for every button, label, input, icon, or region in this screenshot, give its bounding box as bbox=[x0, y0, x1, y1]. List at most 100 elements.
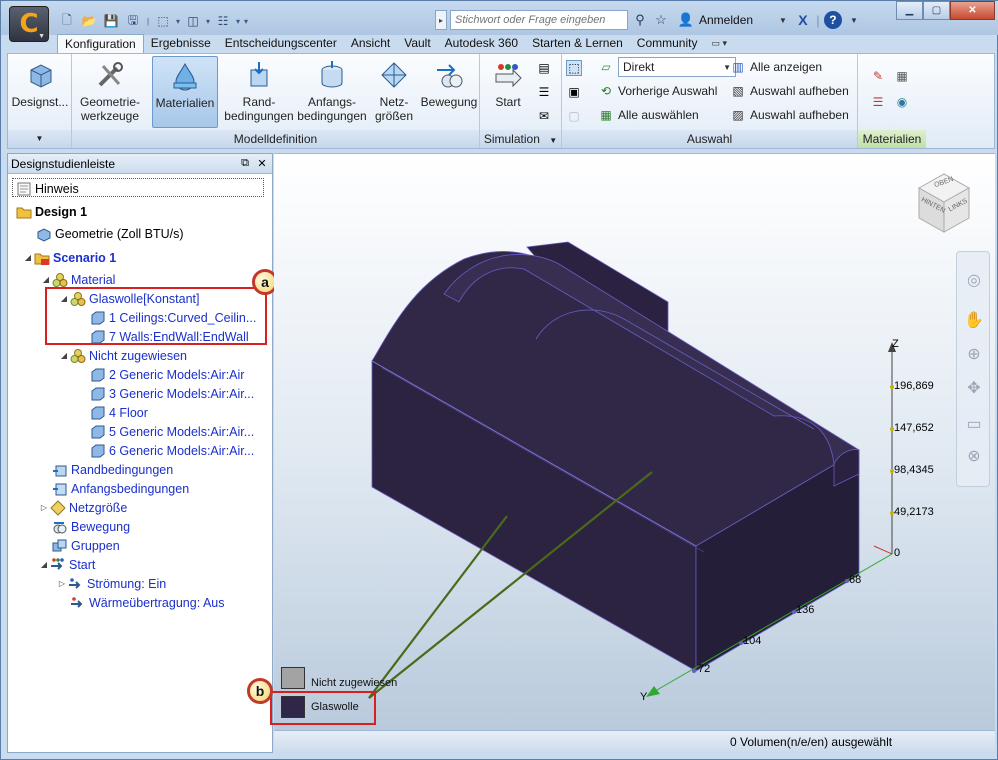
tree-node-geometrie[interactable]: Geometrie (Zoll BTU/s) bbox=[36, 224, 184, 243]
zoom-icon[interactable]: ⊕ bbox=[962, 342, 986, 366]
sign-in-button[interactable]: 👤 Anmelden ▼ bbox=[673, 11, 791, 29]
full-navigation-wheel-icon[interactable]: ⊗ bbox=[962, 444, 986, 468]
help-icon[interactable]: ? bbox=[823, 11, 842, 29]
boundary-conditions-button[interactable]: Rand- bedingungen bbox=[224, 56, 294, 128]
material-db-globe-icon[interactable]: ◉ bbox=[894, 94, 910, 110]
close-icon[interactable]: ✕ bbox=[255, 157, 269, 171]
deselect-label-1: Auswahl aufheben bbox=[750, 84, 849, 98]
show-all-button[interactable]: ▥ Alle anzeigen bbox=[730, 56, 822, 78]
collapsed-arrow-icon[interactable]: ▷ bbox=[56, 579, 68, 588]
group-design-study-launcher[interactable]: ▼ bbox=[8, 130, 71, 148]
select-edge-icon[interactable]: ▢ bbox=[566, 108, 582, 124]
tree-node-part-5[interactable]: 5 Generic Models:Air:Air... bbox=[90, 422, 254, 441]
geometry-tools-button[interactable]: Geometrie- werkzeuge bbox=[74, 56, 146, 128]
remove-material-icon[interactable]: ☰ bbox=[870, 94, 886, 110]
tab-ansicht[interactable]: Ansicht bbox=[344, 34, 397, 54]
look-at-icon[interactable]: ▭ bbox=[962, 412, 986, 436]
exchange-apps-icon[interactable]: X bbox=[794, 11, 812, 29]
materials-button[interactable]: Materialien bbox=[152, 56, 218, 128]
graphics-viewport[interactable]: OBEN HINTEN LINKS Z Y 196,869 147,652 98… bbox=[274, 153, 995, 730]
select-all-button[interactable]: ▦ Alle auswählen bbox=[598, 104, 698, 126]
tree-node-randbedingungen[interactable]: Randbedingungen bbox=[52, 460, 173, 479]
boundary-conditions-label-1: Rand- bbox=[242, 95, 276, 109]
pan-hand-icon[interactable]: ✋ bbox=[962, 308, 986, 332]
expanded-arrow-icon[interactable]: ◢ bbox=[58, 351, 70, 360]
start-simulation-button[interactable]: Start bbox=[484, 56, 532, 128]
deselect-button-1[interactable]: ▧ Auswahl aufheben bbox=[730, 80, 849, 102]
select-cursor-icon[interactable]: ⬚ bbox=[153, 12, 173, 30]
job-monitor-icon[interactable]: ▤ bbox=[536, 60, 552, 76]
tree-node-anfangsbedingungen[interactable]: Anfangsbedingungen bbox=[52, 479, 189, 498]
dock-icon[interactable]: ⧉ bbox=[238, 157, 252, 171]
binoculars-icon[interactable]: ⚲ bbox=[631, 11, 649, 29]
orbit-icon[interactable]: ✥ bbox=[962, 376, 986, 400]
tree-node-part-4[interactable]: 4 Floor bbox=[90, 403, 148, 422]
tab-ergebnisse[interactable]: Ergebnisse bbox=[144, 34, 218, 54]
previous-selection-label: Vorherige Auswahl bbox=[618, 84, 718, 98]
tree-node-scenario[interactable]: ◢ Scenario 1 bbox=[22, 248, 116, 267]
save-all-icon[interactable]: 🖫 bbox=[123, 12, 143, 30]
tree-node-hinweis[interactable]: Hinweis bbox=[16, 179, 79, 198]
open-folder-icon[interactable]: 📂 bbox=[79, 12, 99, 30]
expanded-arrow-icon[interactable]: ◢ bbox=[40, 275, 52, 284]
tab-autodesk-360[interactable]: Autodesk 360 bbox=[438, 34, 525, 54]
save-icon[interactable]: 💾 bbox=[101, 12, 121, 30]
tree-node-part-2[interactable]: 2 Generic Models:Air:Air bbox=[90, 365, 244, 384]
chevron-down-icon[interactable]: ▼ bbox=[549, 136, 557, 145]
ribbon-minimize-icon[interactable]: ▭ ▾ bbox=[704, 34, 734, 54]
tree-node-start[interactable]: ◢ Start bbox=[38, 555, 95, 574]
chevron-down-icon[interactable]: ▾ bbox=[175, 13, 181, 29]
minimize-icon[interactable]: ▁ bbox=[896, 1, 923, 20]
email-icon[interactable]: ✉ bbox=[536, 108, 552, 124]
tree-node-part-3[interactable]: 3 Generic Models:Air:Air... bbox=[90, 384, 254, 403]
view-cube-icon[interactable]: ◫ bbox=[183, 12, 203, 30]
initial-conditions-button[interactable]: Anfangs- bedingungen bbox=[296, 56, 368, 128]
tree-node-design[interactable]: Design 1 bbox=[16, 202, 87, 221]
close-icon[interactable]: ✕ bbox=[950, 1, 995, 20]
tree-node-netzgroesse[interactable]: ▷ Netzgröße bbox=[38, 498, 127, 517]
legend-swatch bbox=[281, 667, 305, 689]
tree-node-stroemung[interactable]: ▷ Strömung: Ein bbox=[56, 574, 166, 593]
steering-wheel-icon[interactable]: ◎ bbox=[962, 268, 986, 292]
expanded-arrow-icon[interactable]: ◢ bbox=[22, 253, 34, 262]
application-menu-button[interactable]: C ▼ bbox=[9, 6, 49, 42]
start-arrow-icon bbox=[491, 58, 525, 92]
edit-material-icon[interactable]: ✎ bbox=[870, 68, 886, 84]
tab-starten-lernen[interactable]: Starten & Lernen bbox=[525, 34, 630, 54]
selection-mode-combobox[interactable]: Direkt ▼ bbox=[618, 57, 736, 77]
maximize-icon[interactable]: ▢ bbox=[923, 1, 950, 20]
mesh-sizes-button[interactable]: Netz- größen bbox=[372, 56, 416, 128]
tree-label: 5 Generic Models:Air:Air... bbox=[109, 424, 255, 439]
tree-node-part-6[interactable]: 6 Generic Models:Air:Air... bbox=[90, 441, 254, 460]
chevron-down-icon[interactable]: ▾ bbox=[235, 13, 241, 29]
settings-list-icon[interactable]: ☷ bbox=[213, 12, 233, 30]
tab-konfiguration[interactable]: Konfiguration bbox=[57, 34, 144, 54]
select-mode-icon[interactable]: ⬚ bbox=[566, 60, 582, 76]
collapsed-arrow-icon[interactable]: ▷ bbox=[38, 503, 50, 512]
expanded-arrow-icon[interactable]: ◢ bbox=[38, 560, 50, 569]
favorites-star-icon[interactable]: ☆ bbox=[652, 11, 670, 29]
tree-node-nicht-zugewiesen[interactable]: ◢ Nicht zugewiesen bbox=[58, 346, 187, 365]
tree-node-waermeuebertragung[interactable]: Wärmeübertragung: Aus bbox=[70, 593, 225, 612]
expand-search-icon[interactable]: ▸ bbox=[435, 10, 447, 30]
material-editor-icon[interactable]: ▦ bbox=[894, 68, 910, 84]
tab-vault[interactable]: Vault bbox=[397, 34, 437, 54]
new-file-icon[interactable]: 🗋 bbox=[57, 12, 77, 30]
selection-filter-row: ▱ Direkt ▼ bbox=[598, 56, 736, 78]
customize-qat-icon[interactable]: ▾ bbox=[243, 13, 249, 29]
previous-selection-button[interactable]: ⟲ Vorherige Auswahl bbox=[598, 80, 717, 102]
tree-node-bewegung[interactable]: Bewegung bbox=[52, 517, 130, 536]
tab-community[interactable]: Community bbox=[630, 34, 705, 54]
chevron-down-icon[interactable]: ▾ bbox=[205, 13, 211, 29]
deselect-button-2[interactable]: ▨ Auswahl aufheben bbox=[730, 104, 848, 126]
solver-list-icon[interactable]: ☰ bbox=[536, 84, 552, 100]
design-study-button[interactable]: Designst... bbox=[10, 56, 70, 128]
separator: | bbox=[816, 12, 820, 28]
tab-entscheidungscenter[interactable]: Entscheidungscenter bbox=[218, 34, 344, 54]
search-input[interactable] bbox=[450, 10, 628, 30]
tree-node-gruppen[interactable]: Gruppen bbox=[52, 536, 120, 555]
geometry-tools-label-2: werkzeuge bbox=[80, 109, 140, 123]
select-volume-icon[interactable]: ▣ bbox=[566, 84, 582, 100]
chevron-down-icon[interactable]: ▼ bbox=[845, 11, 863, 29]
motion-button[interactable]: Bewegung bbox=[418, 56, 480, 128]
